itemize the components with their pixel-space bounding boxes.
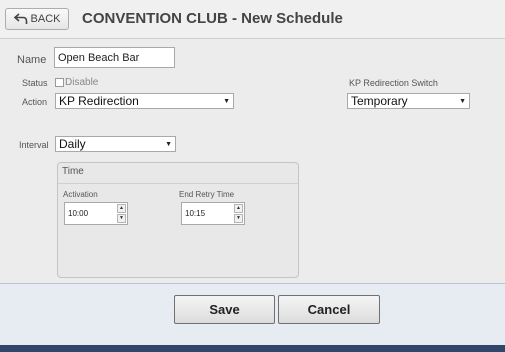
kp-switch-label: KP Redirection Switch xyxy=(349,78,438,88)
chevron-down-icon: ▼ xyxy=(165,140,172,148)
time-legend: Time xyxy=(62,166,84,177)
action-selected-value: KP Redirection xyxy=(59,94,139,108)
interval-label: Interval xyxy=(19,140,49,150)
spin-down-icon[interactable]: ▼ xyxy=(117,214,126,223)
status-label: Status xyxy=(22,78,48,88)
back-button-label: BACK xyxy=(30,13,61,25)
kp-switch-selected-value: Temporary xyxy=(351,94,408,108)
chevron-down-icon: ▼ xyxy=(223,97,230,105)
end-retry-time-input[interactable]: 10:15 ▲ ▼ xyxy=(181,202,245,225)
name-label: Name xyxy=(17,54,47,66)
divider xyxy=(58,183,298,184)
kp-switch-select[interactable]: Temporary ▼ xyxy=(347,93,470,109)
action-select[interactable]: KP Redirection ▼ xyxy=(55,93,234,109)
save-button[interactable]: Save xyxy=(174,295,275,324)
spin-up-icon[interactable]: ▲ xyxy=(117,204,126,213)
interval-select[interactable]: Daily ▼ xyxy=(55,136,176,152)
back-button[interactable]: BACK xyxy=(5,8,69,30)
activation-time-value: 10:00 xyxy=(68,209,89,218)
activation-label: Activation xyxy=(63,190,98,199)
disable-checkbox[interactable] xyxy=(55,77,64,87)
back-arrow-icon xyxy=(13,13,27,24)
page-title: CONVENTION CLUB - New Schedule xyxy=(82,10,343,27)
activation-time-input[interactable]: 10:00 ▲ ▼ xyxy=(64,202,128,225)
action-label: Action xyxy=(22,97,48,107)
schedule-form: Name Status Disable Action KP Redirectio… xyxy=(0,39,505,282)
header-bar: BACK CONVENTION CLUB - New Schedule xyxy=(0,0,505,39)
name-field[interactable] xyxy=(54,47,175,68)
bottom-bar xyxy=(0,345,505,352)
spin-down-icon[interactable]: ▼ xyxy=(234,214,243,223)
end-retry-time-value: 10:15 xyxy=(185,209,206,218)
chevron-down-icon: ▼ xyxy=(459,97,466,105)
time-group: Time Activation 10:00 ▲ ▼ End Retry Time… xyxy=(57,162,299,278)
interval-selected-value: Daily xyxy=(59,137,86,151)
spin-up-icon[interactable]: ▲ xyxy=(234,204,243,213)
end-retry-label: End Retry Time xyxy=(179,190,235,199)
cancel-button[interactable]: Cancel xyxy=(278,295,380,324)
footer-bar: Save Cancel xyxy=(0,283,505,346)
disable-label: Disable xyxy=(65,77,99,88)
disable-toggle[interactable]: Disable xyxy=(55,77,98,88)
